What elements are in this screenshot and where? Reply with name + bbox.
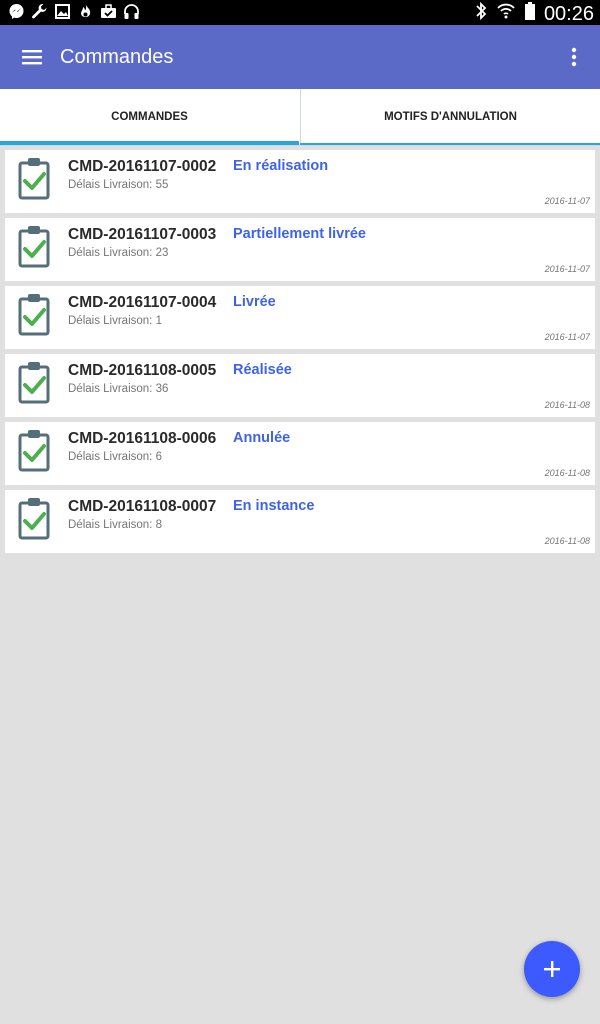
order-card[interactable]: CMD-20161108-0007 En instance Délais Livra…	[5, 490, 595, 553]
order-id: CMD-20161108-0005	[68, 362, 217, 379]
more-vert-icon	[571, 47, 577, 67]
order-id: CMD-20161108-0006	[68, 430, 217, 447]
status-bar: 00:26	[0, 0, 600, 25]
order-delay: Délais Livraison: 8	[68, 519, 162, 531]
clipboard-check-icon	[17, 496, 51, 540]
messenger-icon	[8, 3, 25, 20]
order-date: 2016-11-08	[544, 536, 590, 546]
app-bar: Commandes	[0, 25, 600, 89]
order-delay: Délais Livraison: 23	[68, 247, 169, 259]
overflow-menu-button[interactable]	[562, 43, 586, 71]
order-list: CMD-20161107-0002 En réalisation Délais Li…	[5, 150, 595, 558]
order-card[interactable]: CMD-20161107-0003 Partiellement livrée Dél…	[5, 218, 595, 281]
order-id: CMD-20161108-0007	[68, 498, 217, 515]
order-id: CMD-20161107-0002	[68, 158, 217, 175]
order-id: CMD-20161107-0004	[68, 294, 217, 311]
order-status: Réalisée	[233, 362, 292, 378]
order-status: En réalisation	[233, 158, 329, 174]
clipboard-check-icon	[17, 224, 51, 268]
order-status: Livrée	[233, 294, 276, 310]
menu-button[interactable]	[18, 43, 46, 71]
headset-icon	[123, 3, 140, 20]
clipboard-check-icon	[17, 156, 51, 200]
briefcase-icon	[100, 3, 117, 20]
order-date: 2016-11-07	[544, 264, 590, 274]
tab-underline	[300, 143, 600, 145]
order-date: 2016-11-08	[544, 468, 590, 478]
order-card[interactable]: CMD-20161107-0004 Livrée Délais Livraison:…	[5, 286, 595, 349]
clipboard-check-icon	[17, 360, 51, 404]
menu-icon	[22, 50, 42, 65]
image-icon	[54, 3, 71, 20]
tab-indicator	[0, 141, 299, 145]
order-delay: Délais Livraison: 1	[68, 315, 162, 327]
system-icons: 00:26	[474, 1, 594, 26]
clock-time: 00:26	[543, 2, 594, 25]
tab-commandes[interactable]: COMMANDES	[0, 89, 299, 145]
order-card[interactable]: CMD-20161107-0002 En réalisation Délais Li…	[5, 150, 595, 213]
add-icon	[544, 961, 560, 977]
bluetooth-icon	[474, 1, 488, 26]
order-delay: Délais Livraison: 6	[68, 451, 162, 463]
tab-bar: COMMANDES MOTIFS D'ANNULATION	[0, 89, 600, 146]
clipboard-check-icon	[17, 428, 51, 472]
order-delay: Délais Livraison: 55	[68, 179, 169, 191]
clipboard-check-icon	[17, 292, 51, 336]
flame-icon	[77, 3, 94, 20]
order-status: Partiellement livrée	[233, 226, 366, 242]
order-card[interactable]: CMD-20161108-0005 Réalisée Délais Livraiso…	[5, 354, 595, 417]
order-status: Annulée	[233, 430, 291, 446]
page-title: Commandes	[60, 46, 174, 68]
order-status: En instance	[233, 498, 315, 514]
order-date: 2016-11-07	[544, 196, 590, 206]
order-id: CMD-20161107-0003	[68, 226, 217, 243]
wrench-icon	[31, 3, 48, 20]
order-delay: Délais Livraison: 36	[68, 383, 169, 395]
add-order-button[interactable]	[524, 941, 580, 997]
order-card[interactable]: CMD-20161108-0006 Annulée Délais Livraison…	[5, 422, 595, 485]
notification-icons	[8, 3, 140, 20]
tab-motifs-annulation[interactable]: MOTIFS D'ANNULATION	[300, 89, 600, 145]
order-date: 2016-11-08	[544, 400, 590, 410]
wifi-icon	[496, 1, 516, 26]
battery-icon	[524, 1, 536, 26]
order-date: 2016-11-07	[544, 332, 590, 342]
